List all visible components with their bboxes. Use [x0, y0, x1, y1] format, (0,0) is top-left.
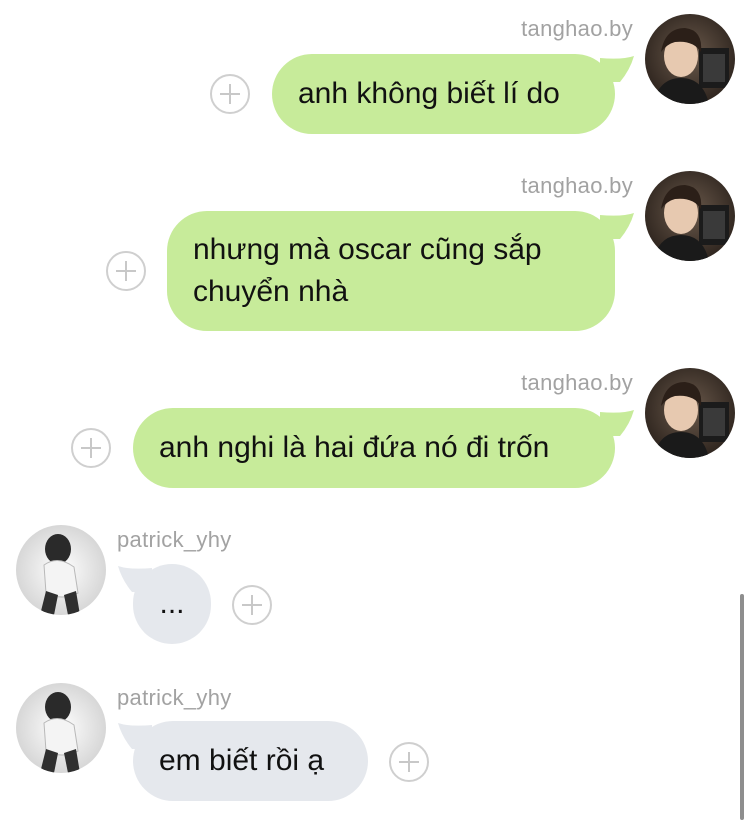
add-reaction-icon[interactable]: [71, 428, 111, 468]
message-bubble[interactable]: em biết rồi ạ: [133, 721, 368, 801]
add-reaction-icon[interactable]: [106, 251, 146, 291]
sender-name: tanghao.by: [521, 16, 633, 41]
sender-name: patrick_yhy: [117, 527, 232, 552]
message-bubble[interactable]: ...: [133, 564, 211, 644]
sender-name: patrick_yhy: [117, 685, 232, 710]
avatar-photo-icon: [645, 368, 735, 458]
sender-name: tanghao.by: [521, 370, 633, 395]
avatar-photo-icon: [645, 171, 735, 261]
message-bubble[interactable]: anh không biết lí do: [272, 54, 615, 134]
avatar-photo-icon: [645, 14, 735, 104]
chat-thread: tanghao.by anh không biết lí do tanghao.…: [0, 0, 750, 824]
avatar-photo-icon: [16, 683, 106, 773]
sender-avatar[interactable]: [16, 525, 106, 615]
add-reaction-icon[interactable]: [232, 585, 272, 625]
sender-avatar[interactable]: [16, 683, 106, 773]
add-reaction-icon[interactable]: [210, 74, 250, 114]
message-bubble[interactable]: nhưng mà oscar cũng sắp chuyển nhà: [167, 211, 615, 331]
sender-avatar[interactable]: [645, 171, 735, 261]
message-bubble[interactable]: anh nghi là hai đứa nó đi trốn: [133, 408, 615, 488]
sender-avatar[interactable]: [645, 368, 735, 458]
scrollbar-thumb[interactable]: [740, 594, 744, 820]
add-reaction-icon[interactable]: [389, 742, 429, 782]
sender-name: tanghao.by: [521, 173, 633, 198]
sender-avatar[interactable]: [645, 14, 735, 104]
avatar-photo-icon: [16, 525, 106, 615]
